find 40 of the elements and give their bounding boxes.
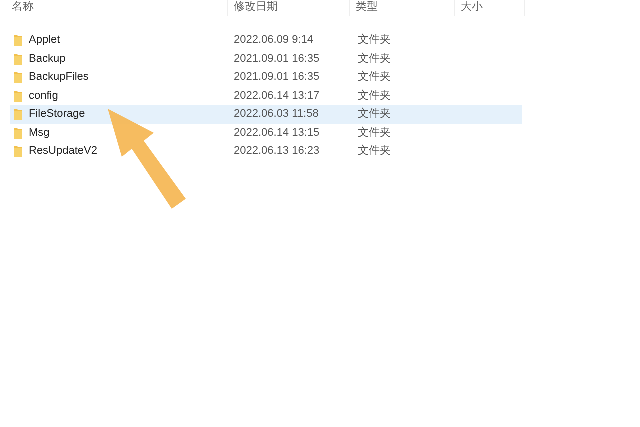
file-type: 文件夹 [358,108,391,120]
file-type: 文件夹 [358,34,391,46]
file-row[interactable]: BackupFiles 2021.09.01 16:35 文件夹 [10,68,522,86]
file-row[interactable]: Msg 2022.06.14 13:15 文件夹 [10,124,522,142]
file-type: 文件夹 [358,52,391,64]
modified-date: 2022.06.13 16:23 [234,145,320,157]
folder-icon [14,52,22,65]
file-row[interactable]: ResUpdateV2 2022.06.13 16:23 文件夹 [10,142,522,160]
folder-icon [14,145,22,158]
file-name: BackupFiles [29,70,89,85]
arrow-icon [108,109,186,209]
folder-icon [14,108,22,120]
modified-date: 2022.06.14 13:15 [234,126,320,138]
column-header[interactable]: 修改日期 [228,0,350,16]
modified-date: 2022.06.14 13:17 [234,90,320,102]
file-name: ResUpdateV2 [29,144,98,159]
column-header[interactable]: 大小 [455,0,525,16]
selected-file-row[interactable]: FileStorage 2022.06.03 11:58 文件夹 [10,105,522,124]
file-type: 文件夹 [358,126,391,138]
modified-date: 2021.09.01 16:35 [234,71,320,83]
file-type: 文件夹 [358,90,391,102]
folder-icon [14,90,22,102]
column-header[interactable]: 类型 [350,0,455,16]
folder-icon [14,126,22,139]
file-row[interactable]: Applet 2022.06.09 9:14 文件夹 [10,31,522,50]
modified-date: 2022.06.03 11:58 [234,108,319,120]
modified-date: 2022.06.09 9:14 [234,34,314,46]
file-row[interactable]: Backup 2021.09.01 16:35 文件夹 [10,50,522,68]
file-row[interactable]: config 2022.06.14 13:17 文件夹 [10,86,522,105]
folder-icon [14,34,22,46]
file-type: 文件夹 [358,71,391,83]
file-name: Backup [29,52,66,66]
file-name: config [29,88,58,104]
folder-icon [14,71,22,84]
file-type: 文件夹 [358,145,391,157]
file-name: Applet [29,33,60,48]
column-header[interactable]: 名称 [10,0,228,16]
modified-date: 2021.09.01 16:35 [234,52,320,64]
file-name: Msg [29,126,50,140]
file-name: FileStorage [29,107,86,122]
